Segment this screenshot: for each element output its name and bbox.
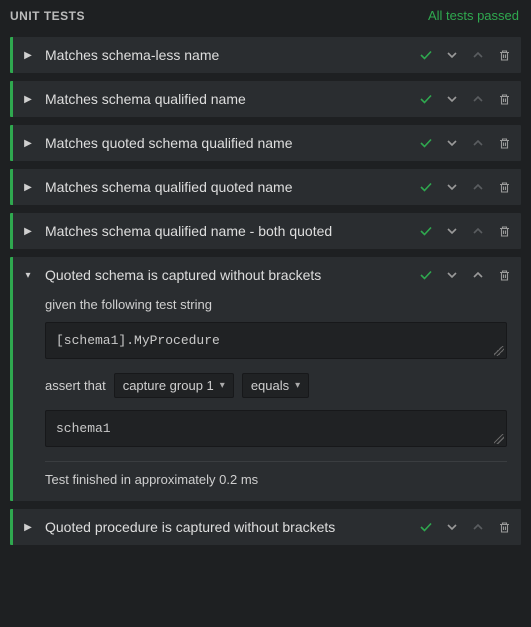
triangle-right-icon: ▶	[21, 94, 35, 105]
triangle-right-icon: ▶	[21, 522, 35, 533]
test-row: ▶ Quoted procedure is captured without b…	[10, 509, 521, 545]
tests-list: ▶ Matches schema-less name ▶ Matches sch…	[0, 31, 531, 545]
test-actions	[419, 92, 511, 106]
check-icon	[419, 136, 433, 150]
test-title: Matches quoted schema qualified name	[45, 135, 419, 151]
test-actions	[419, 180, 511, 194]
test-finished-text: Test finished in approximately 0.2 ms	[45, 472, 507, 489]
test-body: given the following test string [schema1…	[13, 297, 521, 501]
given-label: given the following test string	[45, 297, 507, 312]
trash-icon[interactable]	[497, 268, 511, 282]
chevron-down-icon[interactable]	[445, 224, 459, 238]
test-row: ▶ Matches schema-less name	[10, 37, 521, 73]
chevron-down-icon[interactable]	[445, 92, 459, 106]
chevron-up-icon[interactable]	[471, 180, 485, 194]
trash-icon[interactable]	[497, 48, 511, 62]
chevron-up-icon[interactable]	[471, 268, 485, 282]
triangle-right-icon: ▶	[21, 226, 35, 237]
test-title: Quoted procedure is captured without bra…	[45, 519, 419, 535]
check-icon	[419, 224, 433, 238]
test-header[interactable]: ▶ Matches schema qualified quoted name	[13, 169, 521, 205]
chevron-up-icon[interactable]	[471, 92, 485, 106]
test-row: ▾ Quoted schema is captured without brac…	[10, 257, 521, 501]
triangle-down-icon: ▾	[21, 270, 35, 281]
unit-tests-panel: UNIT TESTS All tests passed ▶ Matches sc…	[0, 0, 531, 545]
test-header[interactable]: ▶ Matches schema qualified name - both q…	[13, 213, 521, 249]
chevron-up-icon[interactable]	[471, 520, 485, 534]
trash-icon[interactable]	[497, 92, 511, 106]
test-title: Matches schema-less name	[45, 47, 419, 63]
triangle-right-icon: ▶	[21, 50, 35, 61]
chevron-down-icon: ▾	[220, 380, 225, 391]
assert-prefix: assert that	[45, 378, 106, 393]
chevron-down-icon[interactable]	[445, 136, 459, 150]
chevron-down-icon[interactable]	[445, 520, 459, 534]
test-row: ▶ Matches schema qualified name	[10, 81, 521, 117]
trash-icon[interactable]	[497, 224, 511, 238]
check-icon	[419, 180, 433, 194]
triangle-right-icon: ▶	[21, 138, 35, 149]
test-header[interactable]: ▶ Matches schema-less name	[13, 37, 521, 73]
expected-value-input[interactable]: schema1	[45, 410, 507, 447]
assert-subject-label: capture group 1	[123, 378, 214, 393]
trash-icon[interactable]	[497, 136, 511, 150]
chevron-down-icon[interactable]	[445, 48, 459, 62]
chevron-down-icon[interactable]	[445, 268, 459, 282]
assert-subject-selector[interactable]: capture group 1 ▾	[114, 373, 234, 398]
test-actions	[419, 520, 511, 534]
check-icon	[419, 520, 433, 534]
assert-operator-selector[interactable]: equals ▾	[242, 373, 309, 398]
chevron-up-icon[interactable]	[471, 48, 485, 62]
test-actions	[419, 136, 511, 150]
chevron-up-icon[interactable]	[471, 136, 485, 150]
chevron-up-icon[interactable]	[471, 224, 485, 238]
assert-row: assert that capture group 1 ▾ equals ▾	[45, 373, 507, 398]
test-row: ▶ Matches quoted schema qualified name	[10, 125, 521, 161]
test-header[interactable]: ▶ Matches schema qualified name	[13, 81, 521, 117]
panel-status: All tests passed	[428, 8, 519, 23]
panel-header: UNIT TESTS All tests passed	[0, 0, 531, 31]
panel-title: UNIT TESTS	[10, 9, 85, 23]
chevron-down-icon[interactable]	[445, 180, 459, 194]
test-row: ▶ Matches schema qualified quoted name	[10, 169, 521, 205]
test-actions	[419, 224, 511, 238]
test-header[interactable]: ▶ Quoted procedure is captured without b…	[13, 509, 521, 545]
test-title: Matches schema qualified quoted name	[45, 179, 419, 195]
test-title: Quoted schema is captured without bracke…	[45, 267, 419, 283]
chevron-down-icon: ▾	[295, 380, 300, 391]
test-actions	[419, 268, 511, 282]
divider	[45, 461, 507, 462]
test-actions	[419, 48, 511, 62]
trash-icon[interactable]	[497, 180, 511, 194]
test-title: Matches schema qualified name	[45, 91, 419, 107]
assert-operator-label: equals	[251, 378, 289, 393]
check-icon	[419, 92, 433, 106]
test-header[interactable]: ▶ Matches quoted schema qualified name	[13, 125, 521, 161]
check-icon	[419, 48, 433, 62]
test-header[interactable]: ▾ Quoted schema is captured without brac…	[13, 257, 521, 293]
test-row: ▶ Matches schema qualified name - both q…	[10, 213, 521, 249]
triangle-right-icon: ▶	[21, 182, 35, 193]
check-icon	[419, 268, 433, 282]
test-string-input[interactable]: [schema1].MyProcedure	[45, 322, 507, 359]
test-title: Matches schema qualified name - both quo…	[45, 223, 419, 239]
trash-icon[interactable]	[497, 520, 511, 534]
